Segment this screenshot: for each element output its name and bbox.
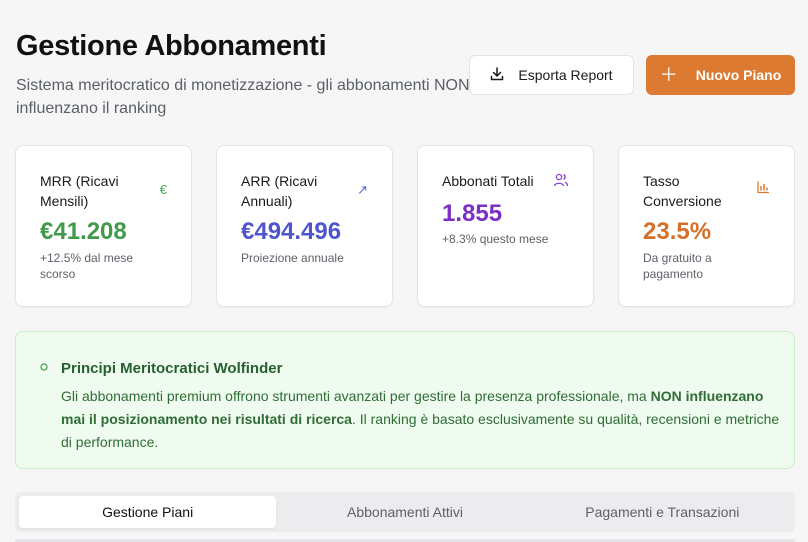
new-plan-button[interactable]: ＋ Nuovo Piano (646, 55, 795, 95)
users-icon (553, 172, 569, 191)
stat-label: Abbonati Totali (442, 173, 534, 189)
stat-label: ARR (Ricavi Annuali) (241, 173, 318, 209)
stat-label: Tasso Conversione (643, 173, 722, 209)
circle-icon (40, 363, 48, 374)
stat-card-subscribers: Abbonati Totali 1.855 +8.3% questo mese (417, 145, 594, 307)
meritocratic-principles-banner: Principi Meritocratici Wolfinder Gli abb… (15, 331, 795, 469)
stat-label: MRR (Ricavi Mensili) (40, 173, 119, 209)
stat-card-arr: ARR (Ricavi Annuali) ↗ €494.496 Proiezio… (216, 145, 393, 307)
stat-sub: +12.5% dal mese scorso (40, 251, 134, 281)
page-title: Gestione Abbonamenti (16, 30, 327, 62)
stat-sub: Proiezione annuale (241, 251, 344, 265)
trending-up-icon: ↗ (357, 182, 368, 197)
euro-icon: € (159, 182, 167, 197)
banner-title: Principi Meritocratici Wolfinder (61, 360, 283, 377)
stat-value: €494.496 (241, 218, 342, 245)
export-report-button[interactable]: Esporta Report (469, 55, 634, 95)
banner-text-part-1: Gli abbonamenti premium offrono strument… (61, 388, 651, 404)
tab-pagamenti-transazioni[interactable]: Pagamenti e Transazioni (534, 496, 791, 528)
banner-text: Gli abbonamenti premium offrono strument… (61, 385, 781, 454)
stat-sub: Da gratuito a pagamento (643, 251, 712, 281)
download-icon (490, 66, 504, 84)
stat-sub: +8.3% questo mese (442, 232, 549, 246)
tab-abbonamenti-attivi[interactable]: Abbonamenti Attivi (276, 496, 533, 528)
plus-icon: ＋ (659, 65, 678, 85)
stat-card-mrr: MRR (Ricavi Mensili) € €41.208 +12.5% da… (15, 145, 192, 307)
stat-value: 23.5% (643, 218, 712, 245)
new-plan-label: Nuovo Piano (695, 67, 782, 83)
stat-card-conversion: Tasso Conversione 23.5% Da gratuito a pa… (618, 145, 795, 307)
tab-bar: Gestione Piani Abbonamenti Attivi Pagame… (15, 492, 795, 532)
stat-value: 1.855 (442, 200, 503, 227)
bar-chart-icon (756, 180, 770, 197)
stat-value: €41.208 (40, 218, 127, 245)
export-report-label: Esporta Report (518, 67, 613, 83)
page-subtitle: Sistema meritocratico di monetizzazione … (16, 77, 470, 117)
tab-gestione-piani[interactable]: Gestione Piani (19, 496, 277, 528)
